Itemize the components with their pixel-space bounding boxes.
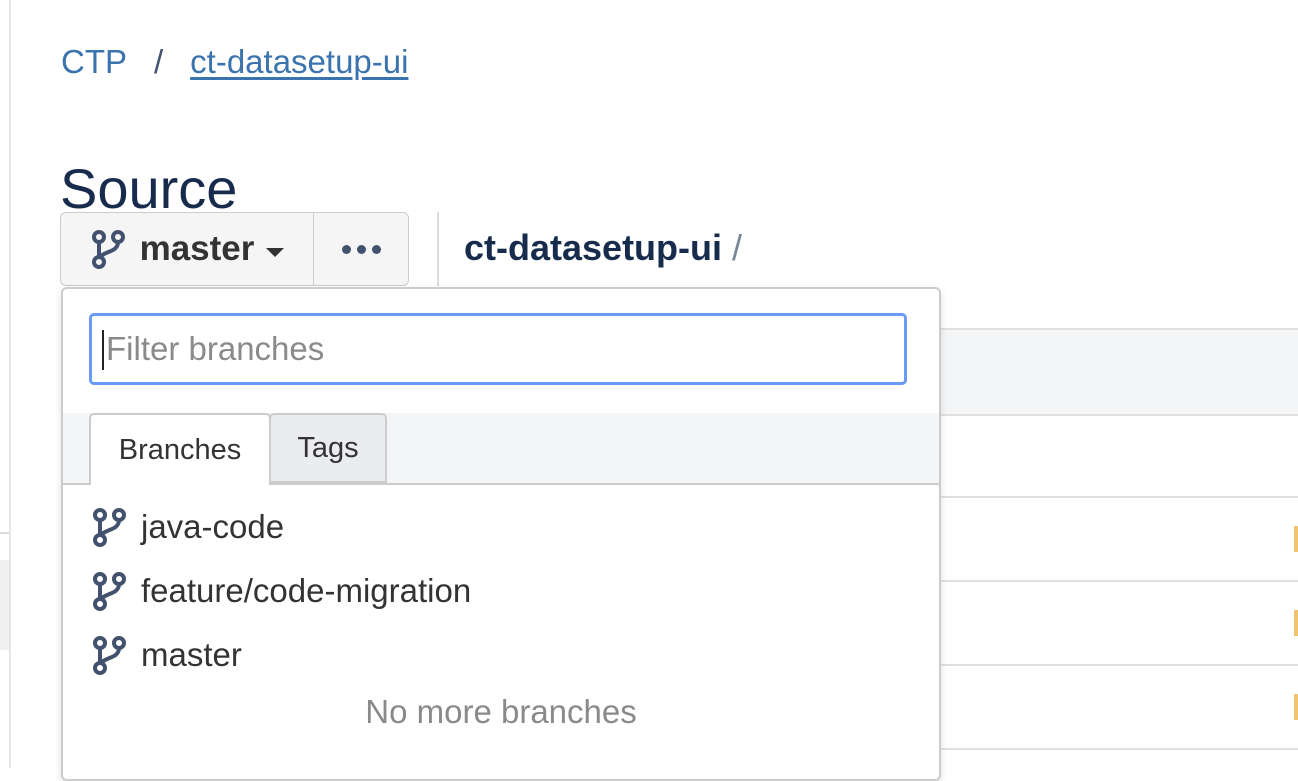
rail-divider: [0, 532, 9, 534]
toolbar-divider: [437, 212, 439, 286]
git-branch-icon: [93, 508, 126, 547]
table-row: [938, 582, 1298, 666]
table-row: [938, 498, 1298, 582]
file-table-background: [938, 328, 1298, 768]
repo-path-root[interactable]: ct-datasetup-ui: [464, 227, 722, 268]
breadcrumb-repo-link[interactable]: ct-datasetup-ui: [190, 42, 408, 82]
branch-item-feature-code-migration[interactable]: feature/code-migration: [91, 559, 911, 623]
branch-item-label: master: [141, 636, 242, 673]
breadcrumb-separator: /: [154, 43, 164, 80]
branch-selector-button[interactable]: master: [60, 212, 313, 286]
branch-item-java-code[interactable]: java-code: [91, 495, 911, 559]
text-cursor: [102, 330, 104, 370]
git-branch-icon: [91, 230, 125, 269]
left-rail: [0, 0, 11, 768]
branch-dropdown: Branches Tags java-code feature/code-mig…: [61, 287, 941, 781]
breadcrumb: CTP / ct-datasetup-ui: [61, 42, 408, 82]
repo-path: ct-datasetup-ui /: [464, 224, 742, 272]
branch-list: java-code feature/code-migration master: [91, 495, 911, 687]
repo-path-separator: /: [732, 227, 743, 268]
more-actions-button[interactable]: [313, 212, 409, 286]
ellipsis-icon: [341, 244, 381, 254]
branch-item-label: feature/code-migration: [141, 572, 472, 609]
tab-branches[interactable]: Branches: [89, 413, 271, 485]
git-branch-icon: [93, 572, 126, 611]
branch-tag-tabs: Branches Tags: [63, 413, 939, 485]
branch-toolbar: master: [60, 212, 409, 286]
git-branch-icon: [93, 636, 126, 675]
branch-item-label: java-code: [141, 508, 285, 545]
rail-panel: [0, 560, 9, 650]
table-row: [938, 414, 1298, 498]
chevron-down-icon: [266, 247, 285, 257]
branch-item-master[interactable]: master: [91, 623, 911, 687]
tab-tags[interactable]: Tags: [269, 413, 387, 483]
table-row: [938, 666, 1298, 750]
breadcrumb-project[interactable]: CTP: [61, 42, 127, 82]
file-table-header: [938, 328, 1298, 416]
branch-selector-label: master: [139, 229, 255, 268]
filter-branches-input[interactable]: [89, 313, 907, 385]
no-more-branches-text: No more branches: [365, 693, 637, 730]
